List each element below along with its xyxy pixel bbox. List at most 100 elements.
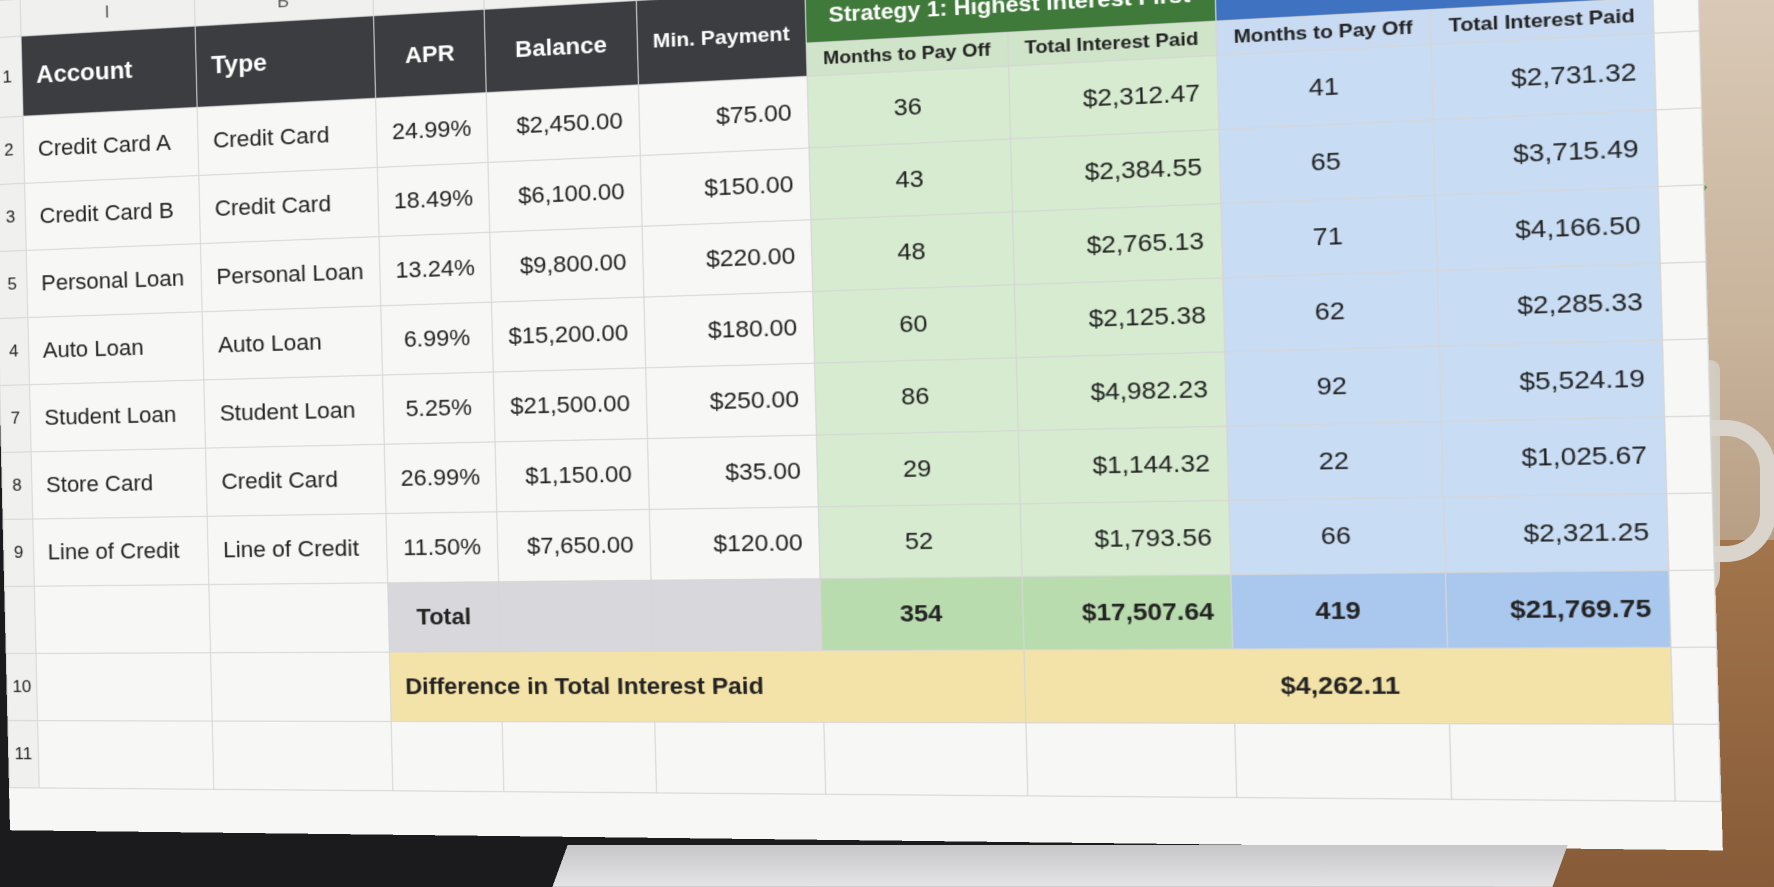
cell-type[interactable]: Auto Loan [202,306,382,380]
cell-s1-months[interactable]: 86 [815,358,1018,435]
empty-cell[interactable] [1653,0,1699,33]
cell-s1-months[interactable]: 29 [816,431,1019,507]
cell-balance[interactable]: $2,450.00 [487,85,640,163]
header-apr[interactable]: APR [373,9,487,98]
empty-cell[interactable] [37,721,214,790]
row-header[interactable] [5,586,36,653]
cell-type[interactable]: Credit Card [206,444,386,516]
empty-cell[interactable] [34,585,210,654]
empty-cell[interactable] [1450,724,1676,801]
cell-account[interactable]: Credit Card A [23,107,199,183]
empty-cell[interactable] [503,722,656,793]
cell-s1-months[interactable]: 52 [818,504,1021,579]
cell-s1-interest[interactable]: $1,793.56 [1020,500,1231,576]
cell-s2-months[interactable]: 92 [1224,346,1441,426]
empty-cell[interactable] [1661,262,1708,340]
empty-cell[interactable] [1667,493,1714,571]
row-header[interactable]: 10 [6,653,37,720]
cell-account[interactable]: Line of Credit [33,516,209,586]
empty-cell[interactable] [654,722,826,794]
row-header[interactable]: 1 [0,36,23,118]
row-header[interactable]: 11 [8,721,39,788]
cell-s2-interest[interactable]: $3,715.49 [1433,110,1658,195]
cell-s2-months[interactable]: 66 [1228,497,1445,575]
cell-account[interactable]: Student Loan [29,380,205,452]
total-label[interactable]: Total [387,582,500,652]
header-min-payment[interactable]: Min. Payment [636,0,807,85]
cell-apr[interactable]: 26.99% [384,442,497,514]
cell-account[interactable]: Credit Card B [24,175,200,250]
cell-s1-months[interactable]: 36 [807,66,1010,148]
cell-min-payment[interactable]: $35.00 [647,435,818,509]
cell-s1-interest[interactable]: $2,312.47 [1008,55,1218,138]
cell-s1-interest[interactable]: $2,125.38 [1014,278,1225,358]
empty-cell[interactable] [209,583,389,653]
empty-cell[interactable] [1671,647,1719,724]
cell-s1-months[interactable]: 60 [813,285,1016,363]
header-account[interactable]: Account [21,26,197,116]
row-header[interactable]: 3 [0,183,26,251]
row-header[interactable]: 9 [3,519,34,586]
empty-cell[interactable] [1673,724,1721,801]
row-header[interactable]: 5 [0,250,28,318]
cell-s2-interest[interactable]: $5,524.19 [1439,340,1664,422]
cell-s1-interest[interactable]: $4,982.23 [1016,352,1227,431]
empty-cell[interactable] [1234,723,1451,799]
cell-s2-interest[interactable]: $4,166.50 [1435,187,1660,271]
empty-cell[interactable] [212,721,392,791]
empty-cell[interactable] [1656,108,1703,187]
cell-balance[interactable]: $6,100.00 [488,156,641,233]
cell-balance[interactable]: $15,200.00 [492,297,645,372]
total-balance-blank[interactable] [499,580,652,651]
corner-cell[interactable] [0,0,21,38]
cell-apr[interactable]: 6.99% [380,302,493,375]
cell-s2-months[interactable]: 71 [1220,195,1437,278]
empty-cell[interactable] [211,652,391,721]
total-s2-months[interactable]: 419 [1230,573,1447,649]
header-balance[interactable]: Balance [485,1,638,93]
header-type[interactable]: Type [195,16,375,108]
cell-s1-interest[interactable]: $1,144.32 [1018,426,1229,503]
row-header[interactable]: 2 [0,116,24,184]
cell-balance[interactable]: $21,500.00 [494,368,647,442]
cell-type[interactable]: Personal Loan [201,237,381,312]
cell-min-payment[interactable]: $250.00 [645,363,816,438]
difference-value[interactable]: $4,262.11 [1023,647,1673,724]
cell-type[interactable]: Credit Card [199,167,379,243]
cell-s2-months[interactable]: 62 [1222,271,1439,352]
total-s1-months[interactable]: 354 [820,577,1023,651]
cell-min-payment[interactable]: $180.00 [643,291,814,367]
cell-apr[interactable]: 11.50% [386,512,499,583]
cell-min-payment[interactable]: $150.00 [640,148,811,226]
cell-min-payment[interactable]: $75.00 [638,76,809,155]
total-min-payment-blank[interactable] [651,579,822,651]
cell-type[interactable]: Student Loan [204,375,384,448]
cell-balance[interactable]: $1,150.00 [496,439,649,512]
empty-cell[interactable] [1663,339,1710,417]
cell-apr[interactable]: 13.24% [379,232,492,306]
cell-account[interactable]: Store Card [31,448,207,519]
cell-s2-months[interactable]: 22 [1226,422,1443,501]
cell-account[interactable]: Auto Loan [28,312,204,385]
cell-s2-interest[interactable]: $2,321.25 [1443,494,1669,573]
empty-cell[interactable] [1669,570,1717,647]
cell-s2-months[interactable]: 41 [1216,45,1433,130]
cell-apr[interactable]: 24.99% [375,93,488,168]
cell-s2-interest[interactable]: $2,731.32 [1431,33,1656,120]
empty-cell[interactable] [1025,723,1236,798]
cell-s1-months[interactable]: 43 [809,139,1012,220]
cell-account[interactable]: Personal Loan [26,244,202,318]
empty-cell[interactable] [1654,31,1701,110]
row-header[interactable]: 7 [0,385,31,453]
row-header[interactable]: 4 [0,318,29,386]
cell-balance[interactable]: $7,650.00 [497,509,650,581]
cell-apr[interactable]: 5.25% [382,372,495,444]
row-header[interactable]: 8 [1,452,32,520]
cell-s1-interest[interactable]: $2,384.55 [1010,130,1220,212]
cell-s2-months[interactable]: 65 [1218,120,1435,204]
total-s1-interest[interactable]: $17,507.64 [1021,575,1232,650]
cell-min-payment[interactable]: $120.00 [649,507,820,580]
cell-s2-interest[interactable]: $2,285.33 [1437,263,1662,346]
empty-cell[interactable] [1658,185,1705,264]
empty-cell[interactable] [391,721,505,791]
